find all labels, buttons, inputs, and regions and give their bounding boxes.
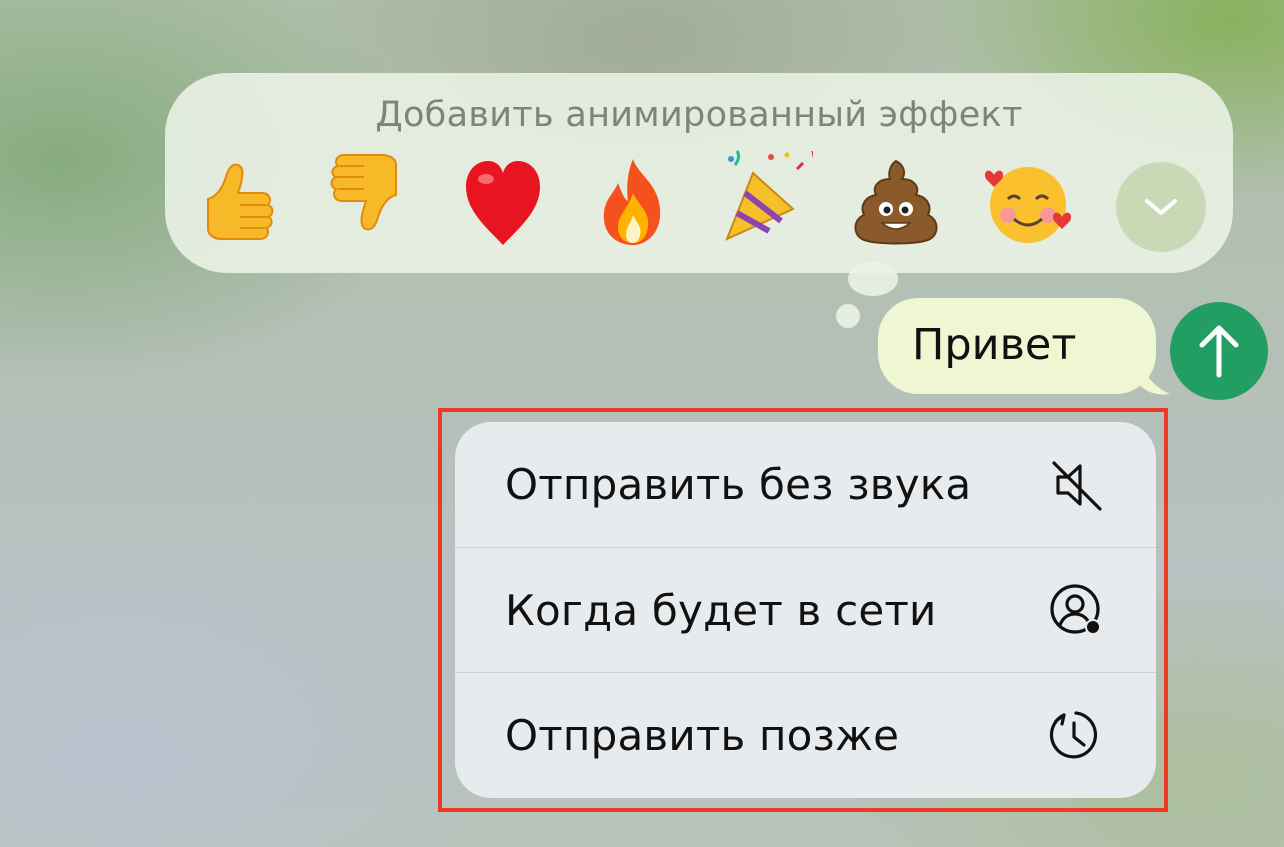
scheduled-clock-icon [1046, 705, 1106, 765]
arrow-up-icon [1199, 325, 1239, 378]
message-text: Привет [912, 320, 1077, 370]
smiling-face-with-hearts-icon[interactable] [973, 153, 1083, 253]
user-online-icon [1046, 580, 1106, 640]
thumbs-up-icon[interactable] [181, 153, 291, 253]
reaction-panel-title: Добавить анимированный эффект [375, 95, 1023, 135]
fire-icon[interactable] [578, 153, 688, 253]
red-heart-icon[interactable] [448, 153, 558, 253]
chevron-down-icon [1145, 199, 1177, 215]
reaction-panel-tail-dot [836, 304, 860, 328]
expand-reactions-button[interactable] [1116, 162, 1206, 252]
reaction-panel-tail [848, 262, 898, 296]
send-button[interactable] [1170, 302, 1268, 400]
menu-item-schedule-message[interactable]: Отправить позже [455, 672, 1156, 797]
thumbs-down-icon[interactable] [313, 145, 423, 245]
bell-muted-icon [1046, 455, 1106, 515]
party-popper-icon[interactable] [710, 147, 820, 247]
menu-item-label: Отправить без звука [505, 460, 972, 509]
send-options-menu: Отправить без звука Когда будет в сети О… [455, 422, 1156, 798]
menu-item-send-when-online[interactable]: Когда будет в сети [455, 547, 1156, 672]
menu-item-label: Когда будет в сети [505, 585, 937, 635]
message-bubble-tail [1138, 352, 1170, 395]
reaction-panel: Добавить анимированный эффект [165, 73, 1233, 273]
pile-of-poo-icon[interactable] [841, 153, 951, 253]
menu-item-label: Отправить позже [505, 710, 900, 760]
menu-item-send-silently[interactable]: Отправить без звука [455, 422, 1156, 547]
message-bubble: Привет [878, 298, 1156, 394]
